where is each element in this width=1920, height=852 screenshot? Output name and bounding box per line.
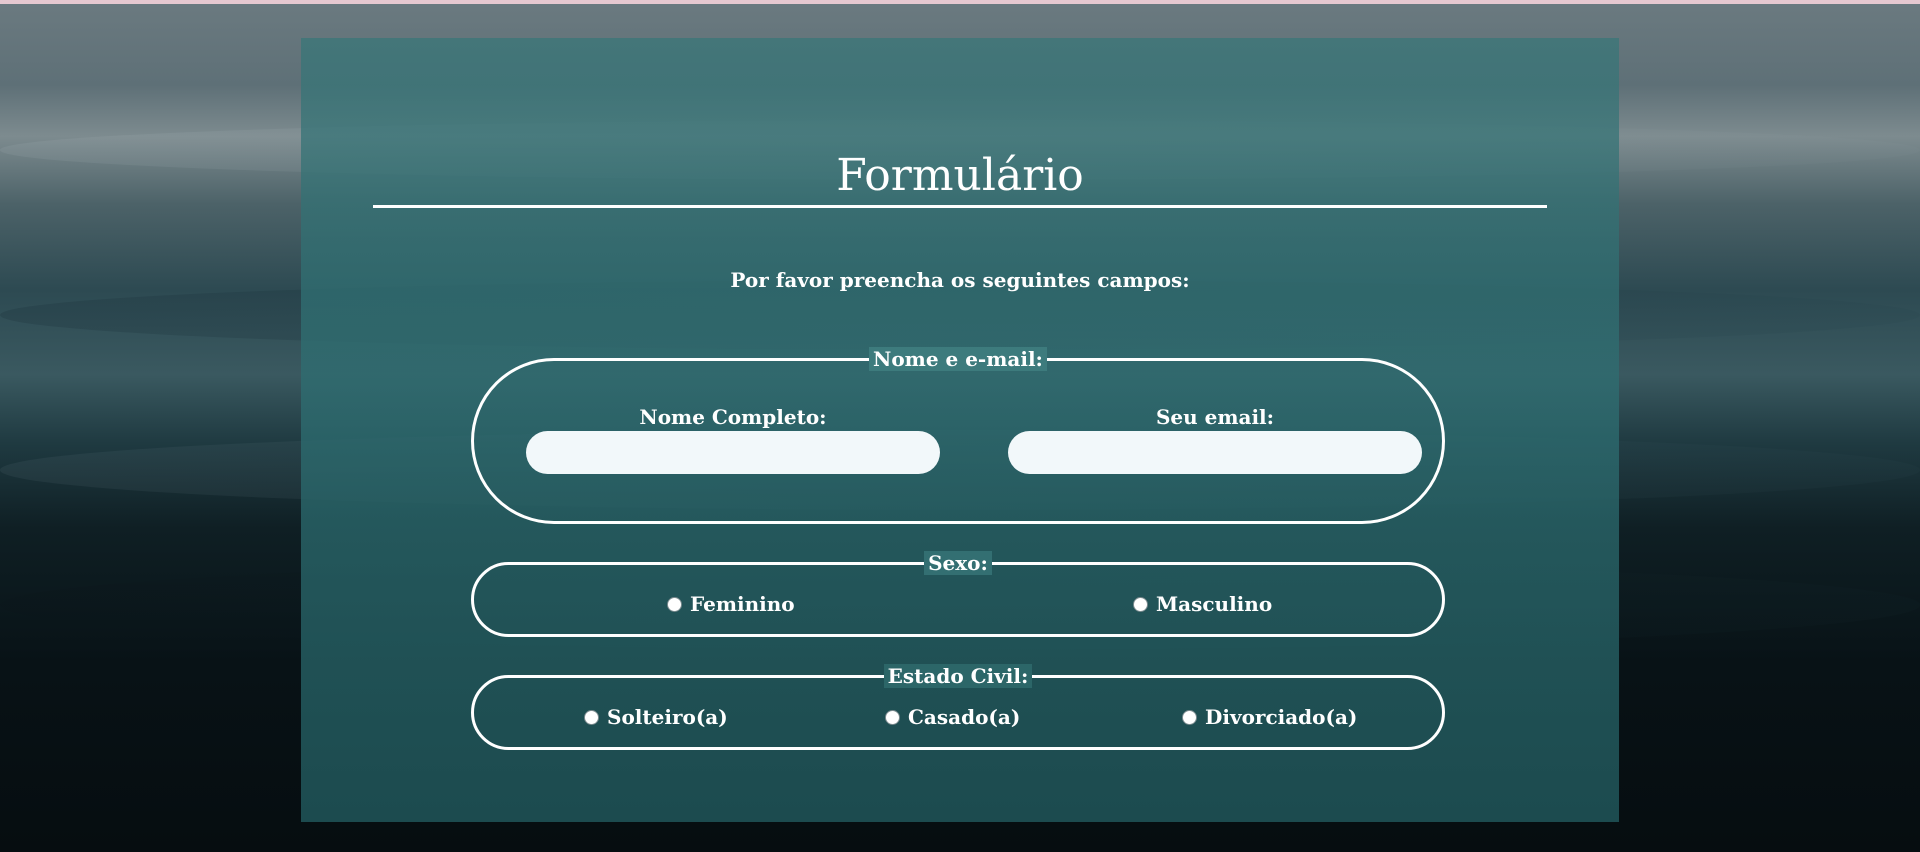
form-instructions: Por favor preencha os seguintes campos:: [730, 268, 1190, 292]
title-divider: [373, 205, 1547, 208]
radio-circle[interactable]: [584, 709, 599, 725]
radio-feminino-label: Feminino: [690, 592, 795, 616]
radio-divorciado[interactable]: Divorciado(a): [1182, 705, 1357, 729]
radio-solteiro-label: Solteiro(a): [607, 705, 728, 729]
contact-fieldset: Nome e e-mail: Nome Completo: Seu email:: [471, 347, 1445, 524]
page-title: Formulário: [836, 150, 1084, 201]
contact-legend: Nome e e-mail:: [474, 347, 1442, 371]
civil-status-legend: Estado Civil:: [474, 664, 1442, 688]
radio-feminino[interactable]: Feminino: [667, 592, 795, 616]
email-input[interactable]: [1008, 431, 1422, 474]
radio-casado[interactable]: Casado(a): [885, 705, 1020, 729]
email-label: Seu email:: [1155, 405, 1275, 429]
top-strip: [0, 0, 1920, 4]
radio-circle[interactable]: [885, 709, 900, 725]
radio-masculino[interactable]: Masculino: [1133, 592, 1272, 616]
radio-masculino-label: Masculino: [1156, 592, 1273, 616]
civil-status-legend-text: Estado Civil:: [883, 664, 1033, 688]
sex-fieldset: Sexo: Feminino Masculino: [471, 551, 1445, 637]
radio-casado-label: Casado(a): [908, 705, 1021, 729]
radio-circle[interactable]: [667, 596, 682, 612]
form-panel: Formulário Por favor preencha os seguint…: [301, 38, 1619, 822]
civil-status-fieldset: Estado Civil: Solteiro(a) Casado(a) Divo…: [471, 664, 1445, 750]
contact-legend-text: Nome e e-mail:: [869, 347, 1047, 371]
radio-divorciado-label: Divorciado(a): [1205, 705, 1358, 729]
radio-circle[interactable]: [1133, 596, 1148, 612]
radio-circle[interactable]: [1182, 709, 1197, 725]
radio-solteiro[interactable]: Solteiro(a): [584, 705, 728, 729]
sex-legend: Sexo:: [474, 551, 1442, 575]
sex-legend-text: Sexo:: [924, 551, 992, 575]
full-name-label: Nome Completo:: [639, 405, 827, 429]
full-name-input[interactable]: [526, 431, 940, 474]
